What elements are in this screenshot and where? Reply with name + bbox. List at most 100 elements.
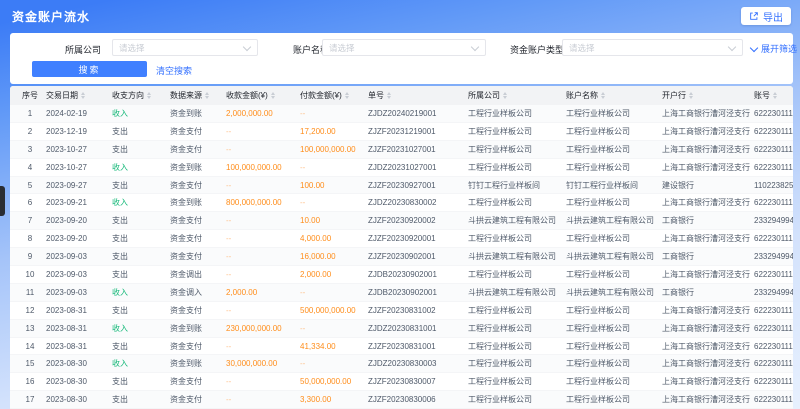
account-name-select[interactable]: 请选择 (322, 39, 486, 56)
cell: 工程行业样板公司 (566, 269, 662, 280)
chevron-down-icon (728, 42, 736, 50)
column-header-10[interactable]: 开户行 (662, 90, 754, 101)
sort-icon[interactable] (689, 92, 693, 99)
cell: 17 (14, 395, 46, 404)
cell: 工商银行 (662, 215, 754, 226)
column-header-7[interactable]: 单号 (368, 90, 468, 101)
export-button[interactable]: 导出 (741, 7, 791, 25)
cell: 工程行业样板公司 (566, 305, 662, 316)
column-header-3[interactable]: 收支方向 (112, 90, 170, 101)
table-row[interactable]: 32023-10-27支出资金支付--100,000,000.00ZJZF202… (10, 141, 793, 159)
cell: 622230111 (754, 163, 793, 172)
table-row[interactable]: 132023-08-31收入资金到账230,000,000.00--ZJDZ20… (10, 320, 793, 338)
cell: 收入 (112, 323, 170, 334)
cell: 233294994 (754, 252, 793, 261)
expand-filters-link[interactable]: 展开筛选 (751, 42, 797, 55)
cell: 工程行业样板公司 (468, 197, 566, 208)
table-row[interactable]: 142023-08-31支出资金支付--41,334.00ZJZF2023083… (10, 338, 793, 356)
table-row[interactable]: 62023-09-21收入资金到账800,000,000.00--ZJDZ202… (10, 194, 793, 212)
company-select[interactable]: 请选择 (112, 39, 258, 56)
table-row[interactable]: 82023-09-20支出资金支付--4,000.00ZJZF202309200… (10, 230, 793, 248)
table-row[interactable]: 122023-08-31支出资金支付--500,000,000.00ZJZF20… (10, 302, 793, 320)
column-header-2[interactable]: 交易日期 (46, 90, 112, 101)
export-icon (749, 11, 759, 21)
cell: -- (300, 324, 368, 333)
table-row[interactable]: 22023-12-19支出资金支付--17,200.00ZJZF20231219… (10, 123, 793, 141)
cell: 上海工商银行漕河泾支行 (662, 108, 754, 119)
column-label: 交易日期 (46, 90, 78, 101)
cell: 2023-08-31 (46, 324, 112, 333)
cell: 16,000.00 (300, 252, 368, 261)
side-drawer-handle[interactable] (0, 186, 5, 216)
cell: 资金支付 (170, 251, 226, 262)
column-label: 付款金额(¥) (300, 90, 342, 101)
cell: 11 (14, 288, 46, 297)
column-header-4[interactable]: 数据来源 (170, 90, 226, 101)
filter-panel: 所属公司 请选择 账户名称 请选择 资金账户类型 请选择 展开筛选 搜索 清空搜… (10, 33, 793, 84)
cell: 工程行业样板公司 (566, 323, 662, 334)
cell: 工程行业样板公司 (566, 233, 662, 244)
cell: 资金到账 (170, 108, 226, 119)
cell: 2023-08-30 (46, 359, 112, 368)
search-button[interactable]: 搜索 (32, 61, 147, 77)
sort-icon[interactable] (147, 92, 151, 99)
cell: 支出 (112, 233, 170, 244)
export-label: 导出 (763, 9, 783, 24)
cell: 2023-08-31 (46, 342, 112, 351)
sort-icon[interactable] (387, 92, 391, 99)
account-type-select-placeholder: 请选择 (563, 42, 725, 54)
table-row[interactable]: 112023-09-03收入资金调入2,000.00--ZJDB20230902… (10, 284, 793, 302)
table-row[interactable]: 162023-08-30支出资金支付--50,000,000.00ZJZF202… (10, 373, 793, 391)
table-row[interactable]: 42023-10-27收入资金到账100,000,000.00--ZJDZ202… (10, 159, 793, 177)
cell: 资金支付 (170, 233, 226, 244)
cell: 工程行业样板公司 (468, 341, 566, 352)
cell: 支出 (112, 394, 170, 405)
cell: ZJZF20231027001 (368, 145, 468, 154)
table-row[interactable]: 172023-08-30支出资金支付--3,300.00ZJZF20230830… (10, 391, 793, 409)
table-row[interactable]: 92023-09-03支出资金支付--16,000.00ZJZF20230902… (10, 248, 793, 266)
cell: 支出 (112, 305, 170, 316)
sort-icon[interactable] (601, 92, 605, 99)
table-row[interactable]: 12024-02-19收入资金到账2,000,000.00--ZJDZ20240… (10, 105, 793, 123)
table-row[interactable]: 72023-09-20支出资金支付--10.00ZJZF20230920002斗… (10, 212, 793, 230)
sort-icon[interactable] (205, 92, 209, 99)
cell: 工程行业样板公司 (468, 358, 566, 369)
sort-icon[interactable] (81, 92, 85, 99)
cell: 工商银行 (662, 251, 754, 262)
cell: 上海工商银行漕河泾支行 (662, 394, 754, 405)
column-header-9[interactable]: 账户名称 (566, 90, 662, 101)
cell: 支出 (112, 251, 170, 262)
cell: 工程行业样板公司 (566, 197, 662, 208)
cell: 100.00 (300, 181, 368, 190)
cell: 钉钉工程行业样板间 (566, 180, 662, 191)
cell: 5 (14, 181, 46, 190)
sort-icon[interactable] (773, 92, 777, 99)
column-header-1: 序号 (14, 90, 46, 101)
cell: 上海工商银行漕河泾支行 (662, 269, 754, 280)
sort-icon[interactable] (345, 92, 349, 99)
cell: 2023-09-20 (46, 234, 112, 243)
cell: ZJDZ20230830003 (368, 359, 468, 368)
sort-icon[interactable] (503, 92, 507, 99)
cell: 2 (14, 127, 46, 136)
cell: 6 (14, 198, 46, 207)
cell: 上海工商银行漕河泾支行 (662, 126, 754, 137)
table-row[interactable]: 52023-09-27支出资金支付--100.00ZJZF20230927001… (10, 177, 793, 195)
column-header-8[interactable]: 所属公司 (468, 90, 566, 101)
account-type-select[interactable]: 请选择 (562, 39, 743, 56)
column-header-5[interactable]: 收款金额(¥) (226, 90, 300, 101)
cell: 收入 (112, 358, 170, 369)
table-row[interactable]: 102023-09-03支出资金调出--2,000.00ZJDB20230902… (10, 266, 793, 284)
cell: -- (226, 342, 300, 351)
sort-icon[interactable] (271, 92, 275, 99)
cell: 斗拱云建筑工程有限公司 (566, 287, 662, 298)
table-row[interactable]: 152023-08-30收入资金到账30,000,000.00--ZJDZ202… (10, 355, 793, 373)
cell: 41,334.00 (300, 342, 368, 351)
cell: ZJZF20230920001 (368, 234, 468, 243)
cell: 资金到账 (170, 358, 226, 369)
column-header-11[interactable]: 账号 (754, 90, 793, 101)
column-header-6[interactable]: 付款金额(¥) (300, 90, 368, 101)
cell: -- (226, 395, 300, 404)
cell: 工程行业样板公司 (566, 162, 662, 173)
clear-search-link[interactable]: 清空搜索 (156, 64, 192, 77)
